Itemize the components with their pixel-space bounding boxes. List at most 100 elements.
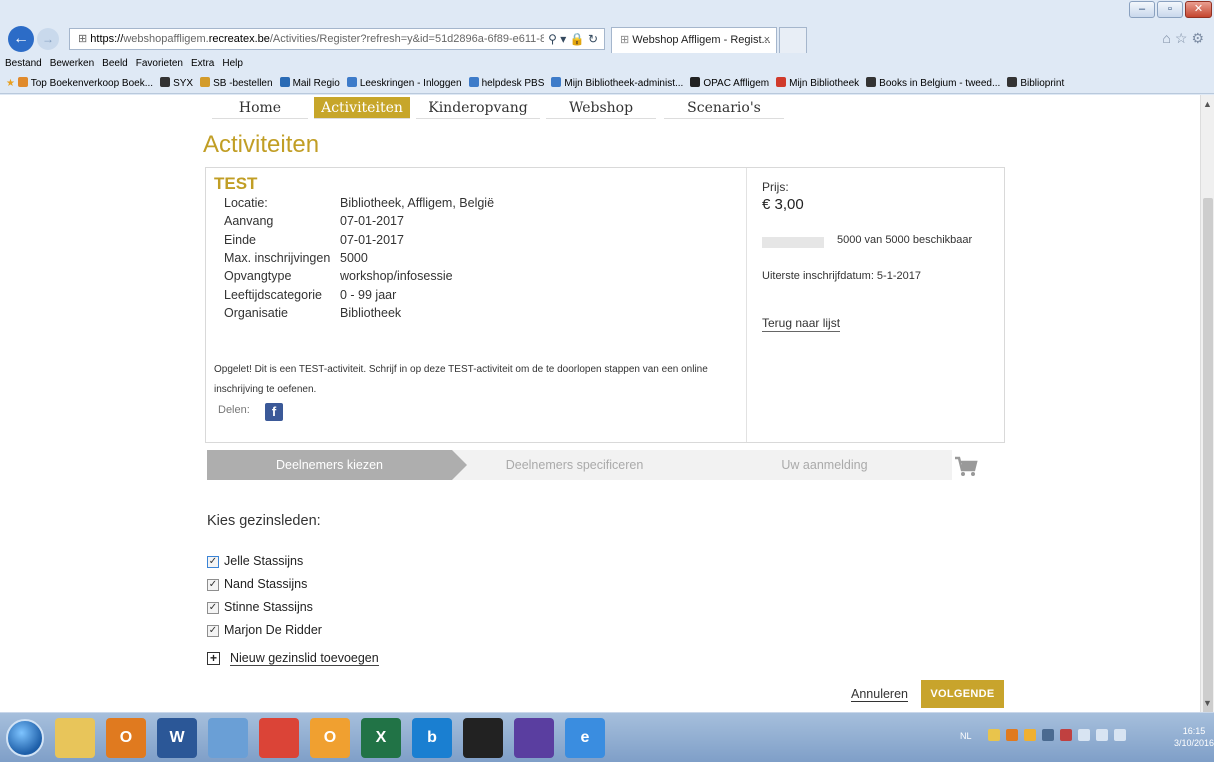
scroll-down-icon[interactable]: ▼	[1203, 698, 1212, 708]
favorite-label[interactable]: OPAC Affligem	[703, 78, 769, 89]
new-tab-button[interactable]	[779, 27, 807, 53]
back-to-list-link[interactable]: Terug naar lijst	[762, 316, 841, 332]
favorite-item[interactable]: OPAC Affligem	[690, 77, 769, 89]
nav-kinderopvang[interactable]: Kinderopvang	[416, 97, 540, 119]
gear-icon[interactable]: ⚙	[1191, 30, 1208, 46]
title-bar: – ▫ ✕	[0, 0, 1214, 22]
search-icon[interactable]: ⚲	[548, 32, 557, 46]
add-member-label[interactable]: Nieuw gezinslid toevoegen	[230, 651, 379, 666]
favorite-label[interactable]: SB -bestellen	[213, 78, 272, 89]
browser-tab[interactable]: ⊞ Webshop Affligem - Regist... ×	[611, 27, 777, 53]
chrome-icon[interactable]	[259, 718, 299, 758]
detail-key: Aanvang	[224, 214, 274, 229]
home-icon[interactable]: ⌂	[1162, 30, 1174, 46]
menu-item-extra[interactable]: Extra	[191, 58, 214, 69]
media-icon[interactable]	[514, 718, 554, 758]
plus-icon[interactable]: +	[207, 652, 220, 665]
members-heading: Kies gezinsleden:	[207, 513, 321, 529]
favorite-icon	[200, 77, 211, 87]
favorite-label[interactable]: Leeskringen - Inloggen	[360, 78, 462, 89]
address-bar[interactable]: ⊞ https://webshopaffligem.recreatex.be/A…	[69, 28, 605, 50]
member-checkbox[interactable]: ✓	[207, 602, 219, 614]
star-icon[interactable]: ☆	[1175, 30, 1192, 46]
share-label: Delen:	[218, 404, 250, 416]
clock-date: 3/10/2016	[1174, 738, 1214, 748]
favorite-item[interactable]: SB -bestellen	[200, 77, 273, 89]
favorites-star-icon[interactable]: ★	[6, 78, 18, 89]
explorer-icon[interactable]	[55, 718, 95, 758]
favorite-label[interactable]: Books in Belgium - tweed...	[879, 78, 1000, 89]
favorite-item[interactable]: SYX	[160, 77, 193, 89]
scrollbar-thumb[interactable]	[1203, 198, 1213, 728]
back-button[interactable]: ←	[8, 26, 34, 52]
nav-activiteiten[interactable]: Activiteiten	[314, 97, 410, 119]
internet-explorer-icon[interactable]: e	[565, 718, 605, 758]
favorite-item[interactable]: helpdesk PBS	[468, 77, 545, 89]
minimize-button[interactable]: –	[1129, 1, 1155, 18]
tray-shield-icon[interactable]	[1060, 729, 1072, 741]
excel-icon[interactable]: X	[361, 718, 401, 758]
favorite-label[interactable]: Mijn Bibliotheek-administ...	[564, 78, 683, 89]
favorite-item[interactable]: Mijn Bibliotheek	[776, 77, 859, 89]
menu-item-bestand[interactable]: Bestand	[5, 58, 42, 69]
paint-icon[interactable]	[208, 718, 248, 758]
favorite-label[interactable]: Top Boekenverkoop Boek...	[31, 78, 153, 89]
flag-icon[interactable]	[1078, 729, 1090, 741]
member-checkbox[interactable]: ✓	[207, 625, 219, 637]
clock[interactable]: 16:15 3/10/2016	[1174, 725, 1214, 749]
detail-key: Leeftijdscategorie	[224, 287, 322, 302]
tab-close-icon[interactable]: ×	[764, 28, 770, 52]
detail-key: Organisatie	[224, 305, 288, 320]
nav-webshop[interactable]: Webshop	[546, 97, 656, 119]
favorite-label[interactable]: Biblioprint	[1020, 78, 1064, 89]
address-tools: ⚲ ▾ 🔒 ↻	[544, 29, 598, 49]
favorite-item[interactable]: Leeskringen - Inloggen	[346, 77, 462, 89]
cancel-button[interactable]: Annuleren	[851, 687, 908, 702]
maximize-button[interactable]: ▫	[1157, 1, 1183, 18]
nav-scenarios[interactable]: Scenario's	[664, 97, 784, 119]
lock-icon[interactable]: 🔒	[570, 32, 585, 46]
favorite-item[interactable]: Biblioprint	[1007, 77, 1064, 89]
next-button[interactable]: VOLGENDE	[921, 680, 1004, 708]
member-checkbox[interactable]: ✓	[207, 556, 219, 568]
language-indicator[interactable]: NL	[960, 731, 972, 741]
nav-home[interactable]: Home	[212, 97, 308, 119]
detail-value: Bibliotheek, Affligem, België	[340, 196, 495, 210]
word-icon[interactable]: W	[157, 718, 197, 758]
member-checkbox[interactable]: ✓	[207, 579, 219, 591]
menu-item-bewerken[interactable]: Bewerken	[50, 58, 94, 69]
vertical-scrollbar[interactable]: ▲ ▼	[1200, 95, 1214, 728]
tray-icon-3[interactable]	[1024, 729, 1036, 741]
scroll-up-icon[interactable]: ▲	[1203, 99, 1212, 109]
menu-item-favorieten[interactable]: Favorieten	[136, 58, 183, 69]
close-window-button[interactable]: ✕	[1185, 1, 1212, 18]
tray-icon-2[interactable]	[1006, 729, 1018, 741]
menu-item-help[interactable]: Help	[222, 58, 243, 69]
favorite-item[interactable]: Top Boekenverkoop Boek...	[17, 77, 153, 89]
favorite-label[interactable]: Mail Regio	[293, 78, 340, 89]
favorite-item[interactable]: Mail Regio	[279, 77, 340, 89]
onenote-icon[interactable]: O	[310, 718, 350, 758]
favorite-label[interactable]: helpdesk PBS	[482, 78, 545, 89]
refresh-icon[interactable]: ↻	[588, 32, 598, 46]
volume-icon[interactable]	[1096, 729, 1108, 741]
tray-icon-1[interactable]	[988, 729, 1000, 741]
favorite-item[interactable]: Mijn Bibliotheek-administ...	[551, 77, 683, 89]
bing-icon[interactable]: b	[412, 718, 452, 758]
outlook-icon[interactable]: O	[106, 718, 146, 758]
facebook-icon[interactable]: f	[265, 403, 283, 421]
favorite-icon	[1007, 77, 1018, 87]
forward-button[interactable]: →	[37, 28, 59, 50]
menu-item-beeld[interactable]: Beeld	[102, 58, 128, 69]
activity-card: TEST Locatie: Bibliotheek, Affligem, Belg…	[205, 167, 1005, 443]
tray-icon-4[interactable]	[1042, 729, 1054, 741]
favorite-item[interactable]: Books in Belgium - tweed...	[866, 77, 1000, 89]
favorite-label[interactable]: Mijn Bibliotheek	[789, 78, 859, 89]
favorite-label[interactable]: SYX	[173, 78, 193, 89]
network-icon[interactable]	[1114, 729, 1126, 741]
favorite-icon	[468, 77, 479, 87]
start-button[interactable]	[6, 719, 44, 757]
member-name: Stinne Stassijns	[224, 600, 313, 614]
terminal-icon[interactable]	[463, 718, 503, 758]
step-arrow	[697, 450, 712, 480]
